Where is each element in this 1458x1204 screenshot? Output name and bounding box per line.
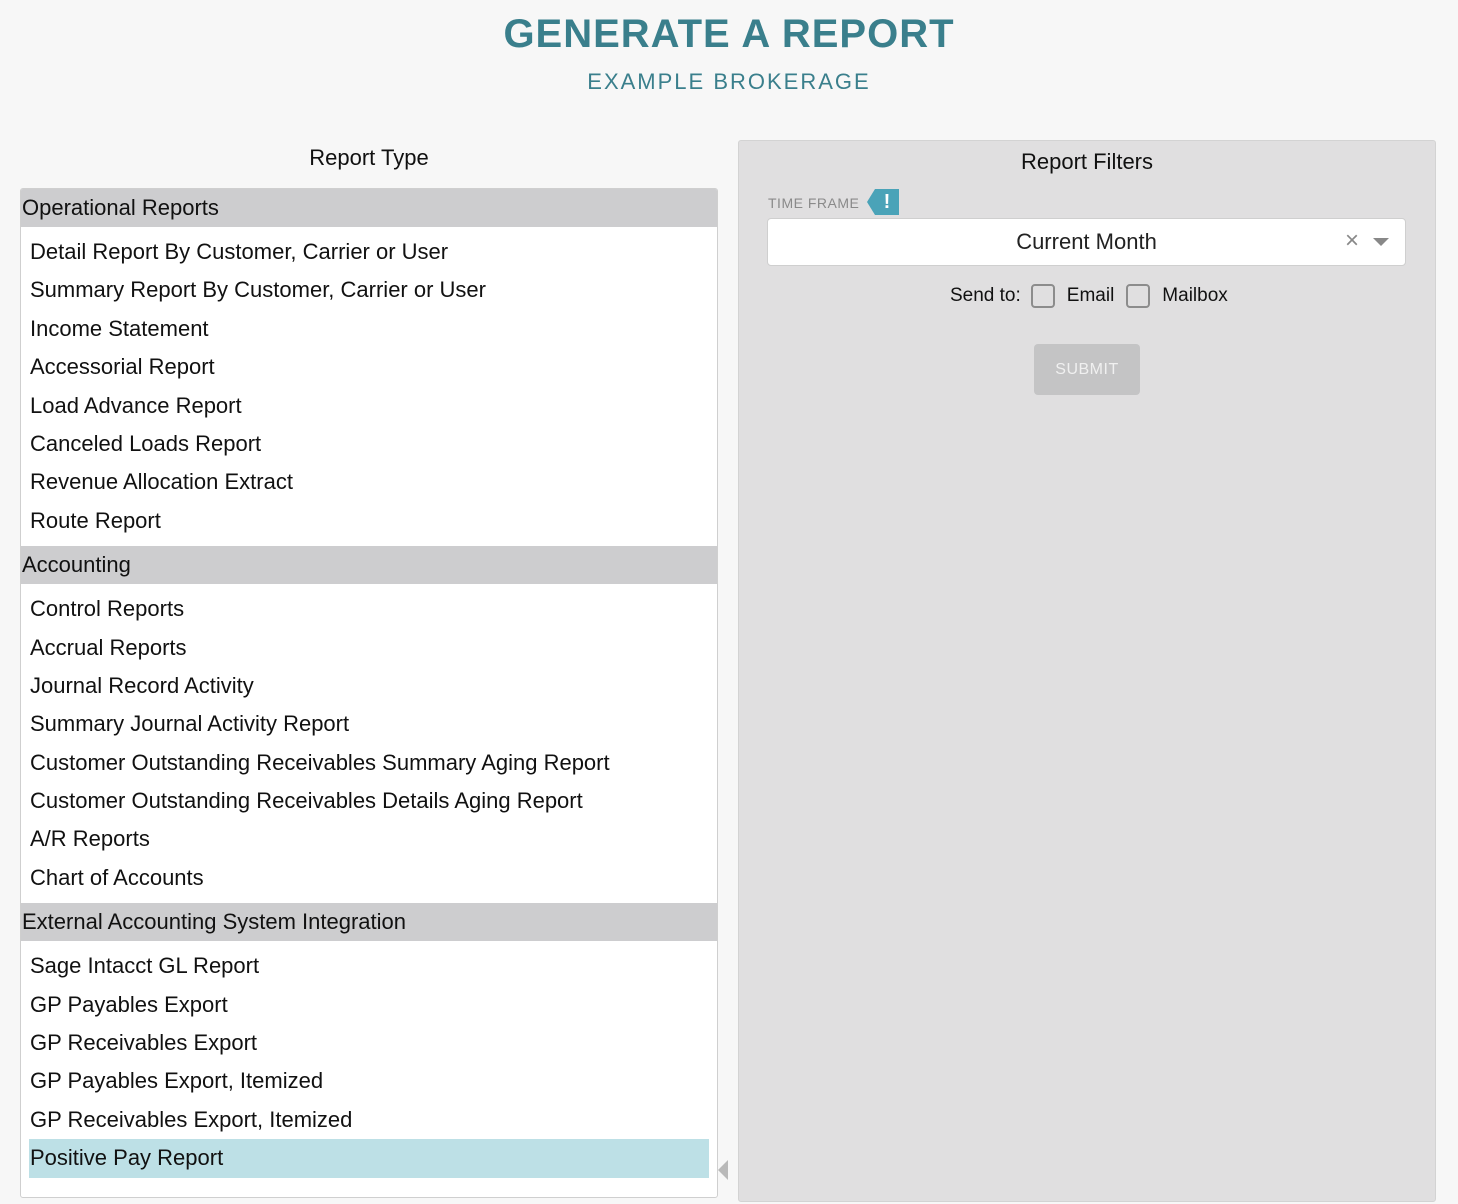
report-item[interactable]: Accrual Reports <box>29 629 709 667</box>
email-label[interactable]: Email <box>1067 285 1115 307</box>
time-frame-label: TIME FRAME <box>768 195 860 211</box>
report-item[interactable]: Revenue Allocation Extract <box>29 463 709 501</box>
report-item[interactable]: Customer Outstanding Receivables Summary… <box>29 744 709 782</box>
page-title: GENERATE A REPORT <box>503 12 955 56</box>
time-frame-value: Current Month <box>1016 229 1157 254</box>
tag-mark: ! <box>883 191 891 213</box>
group-header: Operational Reports <box>21 189 717 227</box>
report-item[interactable]: Summary Report By Customer, Carrier or U… <box>29 271 709 309</box>
report-item[interactable]: Load Advance Report <box>29 387 709 425</box>
group-items: Sage Intacct GL Report GP Payables Export… <box>21 941 717 1183</box>
report-item[interactable]: Canceled Loads Report <box>29 425 709 463</box>
report-item[interactable]: Control Reports <box>29 590 709 628</box>
report-item[interactable]: GP Receivables Export, Itemized <box>29 1101 709 1139</box>
report-item[interactable]: Summary Journal Activity Report <box>29 705 709 743</box>
submit-button[interactable]: SUBMIT <box>1034 344 1140 395</box>
tag-point <box>867 189 875 215</box>
report-item[interactable]: Journal Record Activity <box>29 667 709 705</box>
report-item[interactable]: Customer Outstanding Receivables Details… <box>29 782 709 820</box>
email-checkbox[interactable] <box>1030 284 1055 308</box>
report-item[interactable]: Detail Report By Customer, Carrier or Us… <box>29 233 709 271</box>
exclamation-tag-icon: ! <box>867 189 899 215</box>
report-filters-panel: Report Filters TIME FRAME ! Current Mont… <box>738 140 1436 1202</box>
group-header: External Accounting System Integration <box>21 903 717 942</box>
report-item[interactable]: A/R Reports <box>29 820 709 858</box>
send-to-label: Send to: <box>950 285 1021 306</box>
report-item[interactable]: GP Payables Export <box>29 986 709 1024</box>
report-type-heading: Report Type <box>309 145 429 170</box>
page-subtitle: EXAMPLE BROKERAGE <box>587 69 871 94</box>
chevron-down-icon[interactable] <box>1373 238 1389 246</box>
report-item[interactable]: Positive Pay Report <box>29 1139 709 1178</box>
group-header: Accounting <box>21 546 717 585</box>
group-items: Control Reports Accrual Reports Journal Re… <box>21 584 717 903</box>
time-frame-select[interactable]: Current Month × <box>767 218 1406 266</box>
clear-icon[interactable]: × <box>1342 227 1362 255</box>
report-item[interactable]: Accessorial Report <box>29 348 709 386</box>
report-item[interactable]: Income Statement <box>29 310 709 348</box>
report-item[interactable]: Chart of Accounts <box>29 859 709 897</box>
report-item[interactable]: GP Receivables Export <box>29 1024 709 1062</box>
report-item[interactable]: GP Payables Export, Itemized <box>29 1062 709 1100</box>
collapse-arrow-icon[interactable] <box>718 1160 728 1180</box>
report-filters-heading: Report Filters <box>1020 149 1154 174</box>
mailbox-label[interactable]: Mailbox <box>1162 285 1227 307</box>
report-item[interactable]: Sage Intacct GL Report <box>29 947 709 985</box>
mailbox-checkbox[interactable] <box>1126 284 1151 308</box>
group-items: Detail Report By Customer, Carrier or Us… <box>21 227 717 546</box>
send-to-row: Send to: Email Mailbox <box>950 283 1240 309</box>
report-type-list: Operational Reports Detail Report By Cust… <box>20 188 718 1198</box>
report-item[interactable]: Route Report <box>29 502 709 540</box>
